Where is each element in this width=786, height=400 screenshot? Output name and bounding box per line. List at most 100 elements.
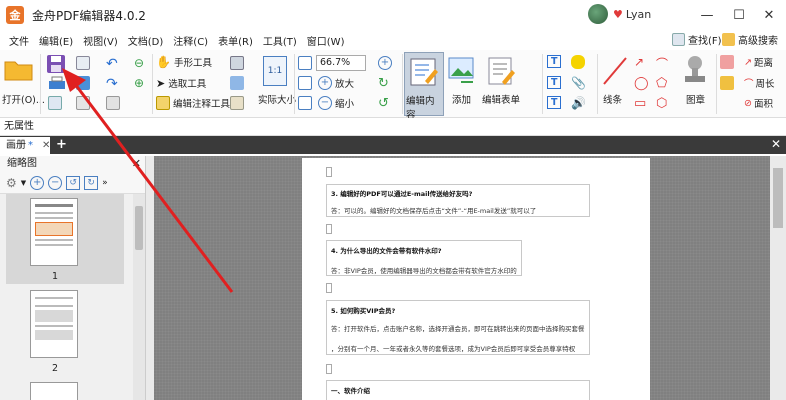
rotate-ccw-button[interactable]: ↺ <box>378 96 389 111</box>
fit-visible-button[interactable] <box>298 96 315 110</box>
cloud-shape-button[interactable]: ⬡ <box>656 96 667 111</box>
cloud-icon: ⬡ <box>656 96 668 111</box>
pencil-icon <box>720 76 734 90</box>
forward-button[interactable]: ⊕ <box>134 76 144 90</box>
panel-splitter[interactable] <box>146 156 154 400</box>
qa-block[interactable]: 4. 为什么导出的文件会带有软件水印? 答：非VIP会员，使用编辑器导出的文档都… <box>326 240 522 276</box>
new-tab-plus-icon[interactable]: + <box>56 137 67 153</box>
image-tool-button[interactable] <box>230 76 247 90</box>
rotate-right-icon[interactable]: ↻ <box>84 175 99 190</box>
menu-edit[interactable]: 编辑(E) <box>34 33 78 48</box>
find-button[interactable]: 查找(F) <box>672 32 722 47</box>
distance-button[interactable]: ↗ 距离 <box>744 55 773 70</box>
textbox-tool-button[interactable]: T <box>547 76 562 89</box>
zoom-level-input[interactable]: 66.7% <box>316 55 366 71</box>
actual-size-button[interactable]: 1:1 <box>263 56 287 86</box>
note-tool-button[interactable] <box>571 55 588 69</box>
area-button[interactable]: ⊘ 面积 <box>744 96 773 111</box>
tab-close-icon[interactable]: ✕ <box>42 137 50 154</box>
zoom-plus-button[interactable]: + <box>378 56 392 70</box>
thumbnail-list[interactable]: 1 2 <box>0 194 132 400</box>
edit-annotation-tool-button[interactable]: 编辑注释工具 <box>156 96 230 110</box>
zoom-out-button[interactable]: − 缩小 <box>318 96 354 110</box>
rotate-cw-button[interactable]: ↻ <box>378 76 389 91</box>
qa-block[interactable]: 5. 如何购买VIP会员? 答：打开软件后，点击账户名称，选择开通会员，即可在跳… <box>326 300 590 355</box>
vertical-scrollbar[interactable] <box>770 156 786 400</box>
redo-button[interactable]: ↷ <box>106 76 118 92</box>
thumb-zoom-out-icon[interactable]: − <box>48 175 63 190</box>
qa-block[interactable]: 一、软件介绍 <box>326 380 590 400</box>
avatar[interactable] <box>588 4 608 24</box>
attach-tool-button[interactable]: 📎 <box>571 76 586 90</box>
maximize-button[interactable]: ☐ <box>722 0 756 30</box>
save-button[interactable] <box>46 54 66 74</box>
text-tool-button[interactable]: T <box>547 55 562 68</box>
tab-document[interactable]: 画册 * ✕ <box>0 137 50 154</box>
share-button[interactable] <box>76 76 93 90</box>
lines-label[interactable]: 线条 <box>603 92 622 106</box>
scrollbar-thumb[interactable] <box>773 168 783 228</box>
open-label[interactable]: 打开(O)... <box>2 92 45 106</box>
actual-size-label[interactable]: 实际大小 <box>258 92 296 106</box>
minimize-button[interactable]: — <box>690 0 724 30</box>
advanced-search-button[interactable]: 高级搜索 <box>722 32 778 47</box>
back-button[interactable]: ⊖ <box>134 56 144 70</box>
thumb-zoom-in-icon[interactable]: + <box>30 175 45 190</box>
qa-block[interactable]: 3. 编辑好的PDF可以通过E-mail传送给好友吗? 答：可以的。编辑好的文档… <box>326 184 590 217</box>
menu-view[interactable]: 视图(V) <box>78 33 123 48</box>
fit-page-button[interactable] <box>298 56 315 70</box>
stamp-label[interactable]: 图章 <box>686 92 705 106</box>
hand-tool-button[interactable]: ✋ 手形工具 <box>156 55 212 69</box>
polyline-shape-button[interactable]: ⌒ <box>656 55 668 72</box>
page-thumbnail[interactable] <box>30 382 78 400</box>
page-thumbnail[interactable] <box>30 290 78 358</box>
close-all-tabs-icon[interactable]: ✕ <box>771 137 781 151</box>
sound-tool-button[interactable]: 🔊 <box>571 96 586 110</box>
document-page[interactable]: 3. 编辑好的PDF可以通过E-mail传送给好友吗? 答：可以的。编辑好的文档… <box>302 158 650 400</box>
ellipse-shape-button[interactable]: ◯ <box>634 76 649 91</box>
close-panel-icon[interactable]: ✕ <box>132 156 141 172</box>
arrow-shape-button[interactable]: ↗ <box>634 55 644 69</box>
select-tool-button[interactable]: ➤ 选取工具 <box>156 76 206 91</box>
open-folder-button[interactable] <box>4 56 34 82</box>
chevron-down-icon[interactable]: ▼ <box>21 179 26 187</box>
add-button[interactable] <box>447 56 475 88</box>
menu-window[interactable]: 窗口(W) <box>302 33 350 48</box>
menu-comment[interactable]: 注释(C) <box>168 33 213 48</box>
snapshot-button[interactable] <box>230 56 247 70</box>
menu-form[interactable]: 表单(R) <box>213 33 258 48</box>
fit-width-button[interactable] <box>298 76 315 90</box>
menu-document[interactable]: 文档(D) <box>123 33 169 48</box>
page-thumbnail[interactable] <box>30 198 78 266</box>
menu-file[interactable]: 文件 <box>4 33 34 48</box>
edit-form-label[interactable]: 编辑表单 <box>482 92 520 106</box>
paste-button[interactable] <box>230 96 247 110</box>
perimeter-button[interactable]: ⌒ 周长 <box>744 76 775 90</box>
edit-content-button[interactable]: 编辑内容 <box>404 52 444 121</box>
edit-form-button[interactable] <box>486 56 516 88</box>
print-button[interactable] <box>48 76 66 92</box>
more-chevron-icon[interactable]: » <box>102 178 108 188</box>
zoom-in-button[interactable]: + 放大 <box>318 76 354 90</box>
undo-button[interactable]: ↶ <box>106 56 118 72</box>
user-name[interactable]: Lyan <box>626 8 651 21</box>
lines-button[interactable] <box>600 54 630 88</box>
eraser-button[interactable] <box>720 55 737 69</box>
rectangle-shape-button[interactable]: ▭ <box>634 96 646 111</box>
page-button[interactable] <box>76 96 93 110</box>
thumbnail-scrollbar-thumb[interactable] <box>135 206 143 250</box>
polygon-shape-button[interactable]: ⬠ <box>656 76 667 91</box>
rotate-left-icon[interactable]: ↺ <box>66 175 81 190</box>
close-button[interactable]: ✕ <box>752 0 786 30</box>
user-area[interactable]: ♥ Lyan <box>588 4 651 24</box>
pencil-button[interactable] <box>720 76 737 90</box>
menu-tools[interactable]: 工具(T) <box>258 33 302 48</box>
thumbnail-scrollbar[interactable] <box>133 194 145 400</box>
stamp-button[interactable] <box>682 54 708 88</box>
gear-icon[interactable]: ⚙ <box>6 176 17 190</box>
export-button[interactable] <box>48 96 65 110</box>
properties-button[interactable] <box>106 96 123 110</box>
email-button[interactable] <box>76 56 93 70</box>
add-label[interactable]: 添加 <box>452 92 471 106</box>
callout-tool-button[interactable]: T <box>547 96 562 109</box>
